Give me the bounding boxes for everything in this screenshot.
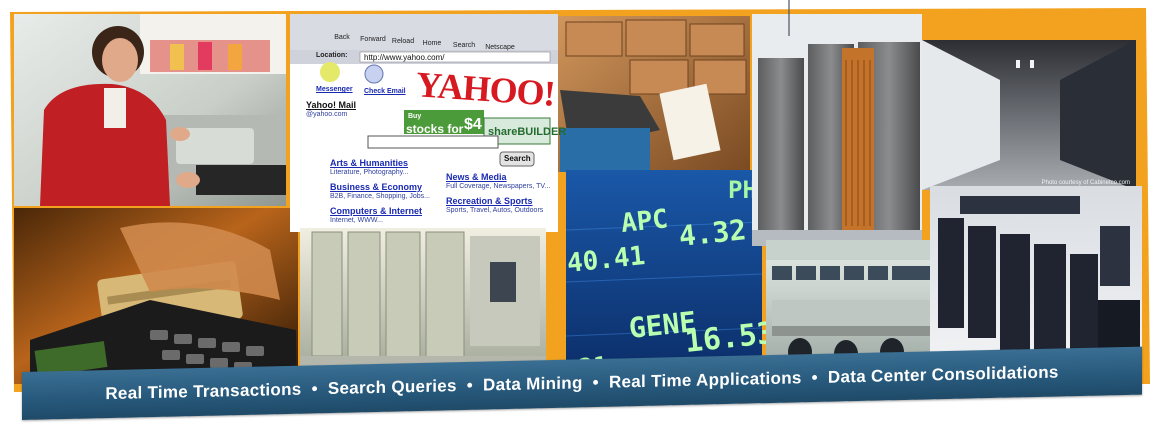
- category-computers-sub[interactable]: Internet, WWW...: [330, 217, 383, 224]
- card-swipe-photo: [14, 208, 298, 384]
- caption-item-data-mining: Data Mining: [483, 373, 583, 395]
- category-news[interactable]: News & Media: [446, 172, 507, 182]
- caption-separator: •: [811, 367, 818, 388]
- ad-buy[interactable]: Buy: [408, 113, 421, 120]
- rack-rows-photo: [930, 186, 1142, 370]
- category-recreation[interactable]: Recreation & Sports: [446, 196, 533, 206]
- ad-price[interactable]: $4: [464, 116, 482, 134]
- warehouse-scanner-photo: [558, 16, 750, 172]
- mainframe-photo: [752, 14, 922, 246]
- browser-forward-button[interactable]: Forward: [358, 36, 388, 43]
- caption-item-real-time-transactions: Real Time Transactions: [105, 379, 302, 404]
- browser-reload-button[interactable]: Reload: [390, 38, 416, 45]
- category-news-sub[interactable]: Full Coverage, Newspapers, TV...: [446, 183, 550, 190]
- check-email-link[interactable]: Check Email: [364, 88, 406, 95]
- ticker-value: 4.32: [677, 213, 748, 253]
- browser-window: Back Forward Reload Home Search Netscape…: [290, 14, 566, 232]
- yahoo-logo: YAHOO!: [414, 64, 556, 114]
- caption-separator: •: [466, 375, 474, 395]
- browser-search-button[interactable]: Search: [450, 42, 478, 49]
- caption-separator: •: [592, 372, 599, 393]
- caption-text: Real Time Transactions • Search Queries • Da…: [105, 362, 1058, 404]
- search-button[interactable]: Search: [504, 154, 531, 163]
- caption-item-real-time-applications: Real Time Applications: [608, 368, 802, 392]
- retail-photo: [14, 14, 286, 206]
- ticker-symbol: APC: [620, 204, 670, 239]
- caption-item-search-queries: Search Queries: [327, 376, 457, 399]
- caption-separator: •: [311, 379, 318, 399]
- category-recreation-sub[interactable]: Sports, Travel, Autos, Outdoors: [446, 207, 543, 214]
- category-business-sub[interactable]: B2B, Finance, Shopping, Jobs...: [330, 193, 430, 200]
- yahoo-mail-link[interactable]: Yahoo! Mail: [306, 100, 356, 110]
- category-arts-sub[interactable]: Literature, Photography...: [330, 169, 408, 176]
- datacenter-aisle-photo: Photo courtesy of Cabinetco.com: [922, 40, 1136, 190]
- stock-ticker-photo: PH APC 4.32 40.41 GENE 16.53 21: [566, 170, 777, 384]
- category-business[interactable]: Business & Economy: [330, 182, 422, 192]
- ad-brand[interactable]: shareBUILDER: [488, 126, 566, 138]
- caption-item-data-center-consolidations: Data Center Consolidations: [827, 362, 1059, 387]
- browser-netscape-button[interactable]: Netscape: [482, 44, 518, 51]
- browser-home-button[interactable]: Home: [420, 40, 444, 47]
- category-arts[interactable]: Arts & Humanities: [330, 158, 408, 168]
- location-label: Location:: [316, 52, 348, 59]
- yahoo-mail-sub: @yahoo.com: [306, 111, 348, 118]
- photo-credit: Photo courtesy of Cabinetco.com: [1042, 180, 1130, 186]
- ad-stocks[interactable]: stocks for: [406, 122, 463, 136]
- messenger-link[interactable]: Messenger: [316, 86, 353, 93]
- browser-back-button[interactable]: Back: [330, 34, 354, 41]
- category-computers[interactable]: Computers & Internet: [330, 206, 422, 216]
- url-field[interactable]: http://www.yahoo.com/: [364, 53, 444, 62]
